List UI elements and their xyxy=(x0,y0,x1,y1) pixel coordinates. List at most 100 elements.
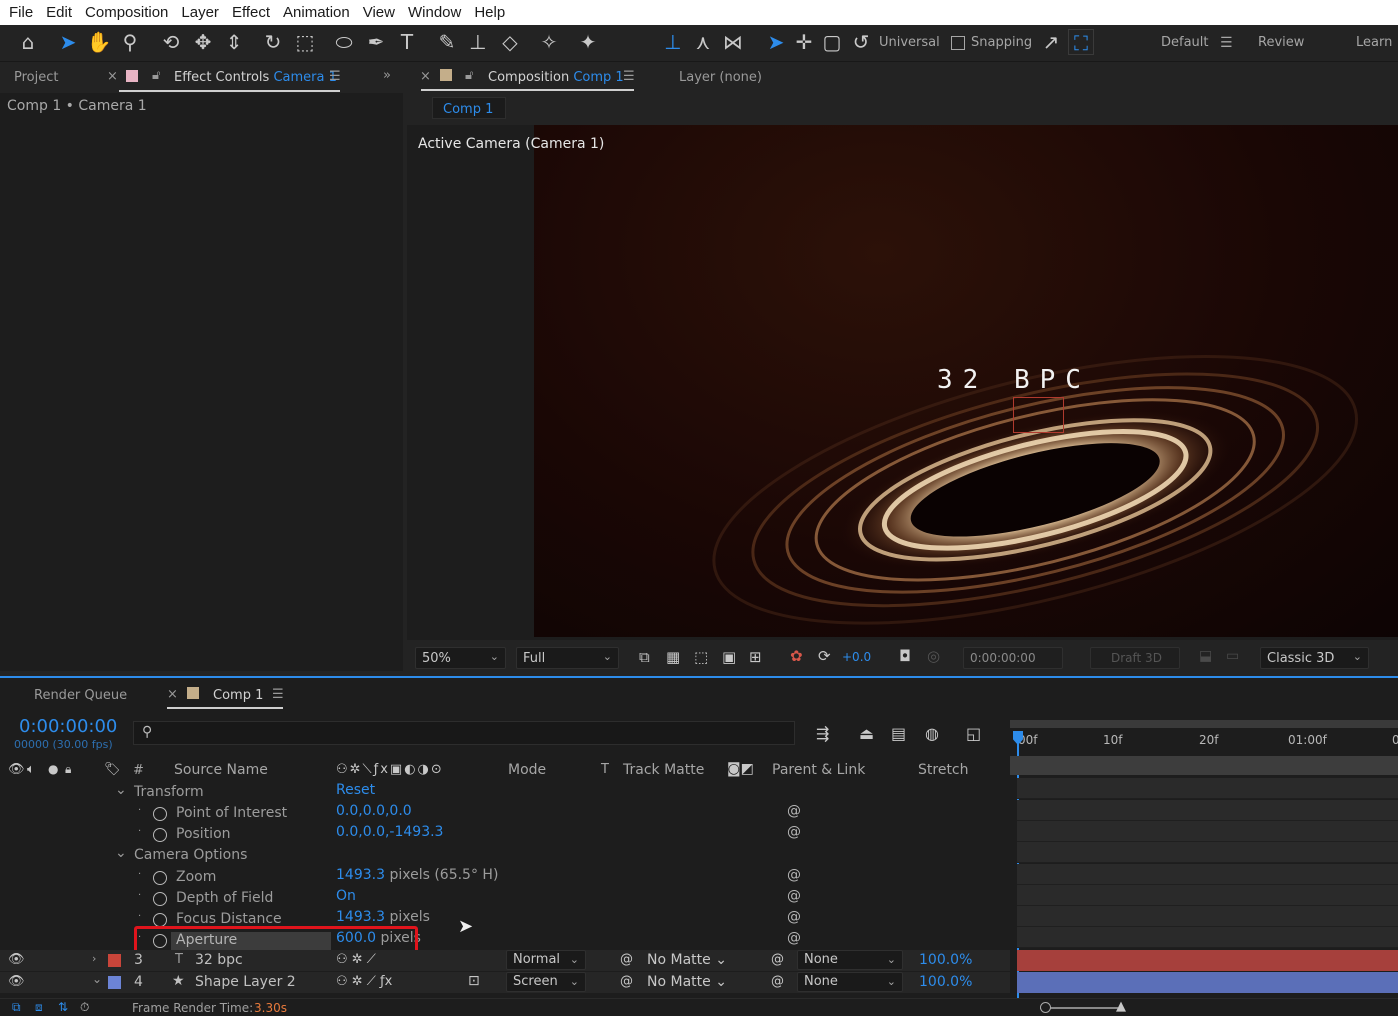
mask-visibility-icon[interactable]: ⬚ xyxy=(694,648,708,666)
channel-icon[interactable]: ✿ xyxy=(790,647,803,665)
view-axis-icon[interactable]: ⋈ xyxy=(720,29,746,55)
stretch-value[interactable]: 100.0% xyxy=(919,952,972,968)
timecode-field[interactable]: 0:00:00:00 xyxy=(963,647,1063,669)
layer-switches-toggle-icon[interactable]: ⧉ xyxy=(12,1000,21,1015)
tab-project[interactable]: Project xyxy=(14,70,58,85)
workspace-menu-icon[interactable]: ☰ xyxy=(1220,35,1233,51)
composition-mini-flowchart-icon[interactable]: ⇶ xyxy=(816,724,829,743)
lock-icon[interactable]: 🔓︎ xyxy=(152,68,160,83)
close-icon[interactable]: × xyxy=(167,687,178,702)
layer-label-color[interactable] xyxy=(108,976,121,989)
pickwhip-icon[interactable]: @ xyxy=(787,867,801,883)
transfer-controls-toggle-icon[interactable]: ⧈ xyxy=(35,1000,43,1015)
panel-menu-icon[interactable]: ☰ xyxy=(329,69,341,84)
world-axis-icon[interactable]: ⋏ xyxy=(690,29,716,55)
layer-switches-icons[interactable]: ⚇ ✲ ⟋ ƒx xyxy=(336,974,392,989)
menu-file[interactable]: File xyxy=(9,4,33,21)
selection-tool-icon[interactable]: ➤ xyxy=(55,29,81,55)
snap-options-icon[interactable]: ↗ xyxy=(1038,29,1064,55)
resolution-dropdown[interactable]: Full ⌄ xyxy=(516,647,619,669)
close-icon[interactable]: × xyxy=(420,69,431,84)
in-out-toggle-icon[interactable]: ⇅ xyxy=(58,1000,68,1014)
lock-icon[interactable]: 🔓︎ xyxy=(465,68,473,83)
rotate-3d-icon[interactable]: ↺ xyxy=(848,29,874,55)
expand-panels-icon[interactable]: » xyxy=(383,68,391,83)
pickwhip-icon[interactable]: @ xyxy=(620,974,633,989)
tab-render-queue[interactable]: Render Queue xyxy=(34,688,127,703)
blend-mode-dropdown[interactable]: Normal ⌄ xyxy=(506,950,586,970)
layer-label-color[interactable] xyxy=(108,954,121,967)
stopwatch-icon[interactable] xyxy=(153,892,167,906)
snapshot-camera-icon[interactable]: ◘ xyxy=(899,647,911,665)
transparency-grid-icon[interactable]: ▦ xyxy=(666,648,680,666)
select-3d-icon[interactable]: ➤ xyxy=(763,29,789,55)
pickwhip-icon[interactable]: @ xyxy=(787,803,801,819)
panel-menu-icon[interactable]: ☰ xyxy=(272,687,284,702)
zoom-tool-icon[interactable]: ⚲ xyxy=(117,29,143,55)
tab-effect-controls[interactable]: Effect Controls Camera 1 xyxy=(174,70,337,85)
renderer-dropdown[interactable]: Classic 3D ⌄ xyxy=(1260,647,1369,669)
comp-canvas[interactable]: 32 BPC xyxy=(534,125,1398,637)
tab-composition[interactable]: Composition Comp 1 xyxy=(488,70,624,85)
move-3d-icon[interactable]: ✛ xyxy=(791,29,817,55)
zoom-slider-handle[interactable] xyxy=(1040,1002,1051,1013)
track-matte-value[interactable]: No Matte ⌄ xyxy=(647,952,727,968)
graph-editor-icon[interactable]: ◱ xyxy=(966,724,981,743)
layer-name[interactable]: Shape Layer 2 xyxy=(195,974,296,990)
stopwatch-icon[interactable] xyxy=(153,871,167,885)
depth-of-field-value[interactable]: On xyxy=(336,888,356,904)
ellipse-tool-icon[interactable]: ⬭ xyxy=(331,29,357,55)
pickwhip-icon[interactable]: @ xyxy=(620,952,633,967)
parent-dropdown[interactable]: None ⌄ xyxy=(797,972,903,992)
layer-name[interactable]: 32 bpc xyxy=(195,952,243,968)
chevron-down-icon[interactable]: ⌄ xyxy=(115,845,127,861)
stopwatch-icon[interactable] xyxy=(153,807,167,821)
snap-grid-icon[interactable]: ⛶ xyxy=(1068,29,1094,55)
scale-3d-icon[interactable]: ▢ xyxy=(819,29,845,55)
current-timecode[interactable]: 0:00:00:00 xyxy=(19,716,117,737)
dolly-tool-icon[interactable]: ⇕ xyxy=(221,29,247,55)
work-area-bar[interactable] xyxy=(1010,720,1398,728)
menu-composition[interactable]: Composition xyxy=(85,4,168,21)
layer-switches-icons[interactable]: ⚇ ✲ ⟋ xyxy=(336,952,376,967)
comp-subtab[interactable]: Comp 1 xyxy=(432,97,506,119)
draft-3d-toggle[interactable]: Draft 3D xyxy=(1090,647,1180,669)
camera-options-label[interactable]: Camera Options xyxy=(134,847,247,863)
chevron-down-icon[interactable]: ⌄ xyxy=(92,972,102,986)
parent-pickwhip-icon[interactable]: @ xyxy=(771,974,784,989)
tab-comp-1[interactable]: Comp 1 xyxy=(213,688,263,703)
region-of-interest-icon[interactable]: ▣ xyxy=(722,648,736,666)
frame-blending-icon[interactable]: ▤ xyxy=(891,724,906,743)
zoom-slider[interactable] xyxy=(1040,1007,1118,1009)
pan-behind-tool-icon[interactable]: ⬚ xyxy=(292,29,318,55)
stretch-value[interactable]: 100.0% xyxy=(919,974,972,990)
menu-help[interactable]: Help xyxy=(474,4,505,21)
layer-bar[interactable] xyxy=(1017,972,1398,993)
layer-row[interactable]: 👁︎ ⌄ 4 ★ Shape Layer 2 ⚇ ✲ ⟋ ƒx ⊡ Screen… xyxy=(0,972,1010,993)
render-time-toggle-icon[interactable]: ⏱ xyxy=(80,1000,89,1015)
pickwhip-icon[interactable]: @ xyxy=(787,930,801,946)
brush-tool-icon[interactable]: ✎ xyxy=(434,29,460,55)
draft-3d-timeline-icon[interactable]: ⏏ xyxy=(859,724,874,743)
local-axis-icon[interactable]: ⊥ xyxy=(660,29,686,55)
parent-dropdown[interactable]: None ⌄ xyxy=(797,950,903,970)
menu-effect[interactable]: Effect xyxy=(232,4,270,21)
zoom-in-mountain-icon[interactable]: ▲ xyxy=(1116,999,1126,1014)
menu-layer[interactable]: Layer xyxy=(181,4,219,21)
eye-icon[interactable]: 👁︎ xyxy=(8,952,25,967)
layer-bar[interactable] xyxy=(1017,950,1398,971)
home-icon[interactable]: ⌂ xyxy=(15,29,41,55)
parent-pickwhip-icon[interactable]: @ xyxy=(771,952,784,967)
motion-blur-icon[interactable]: ◍ xyxy=(925,724,939,743)
menu-view[interactable]: View xyxy=(363,4,395,21)
roto-brush-tool-icon[interactable]: ✧ xyxy=(536,29,562,55)
canvas-text-layer[interactable]: 32 BPC xyxy=(937,365,1091,395)
pen-tool-icon[interactable]: ✒ xyxy=(363,29,389,55)
grid-guides-icon[interactable]: ⊞ xyxy=(749,648,762,666)
rotation-tool-icon[interactable]: ↻ xyxy=(260,29,286,55)
workspace-learn[interactable]: Learn xyxy=(1356,35,1392,50)
menu-animation[interactable]: Animation xyxy=(283,4,350,21)
type-tool-icon[interactable]: T xyxy=(394,29,420,55)
workspace-default[interactable]: Default xyxy=(1161,35,1209,50)
menu-edit[interactable]: Edit xyxy=(46,4,72,21)
